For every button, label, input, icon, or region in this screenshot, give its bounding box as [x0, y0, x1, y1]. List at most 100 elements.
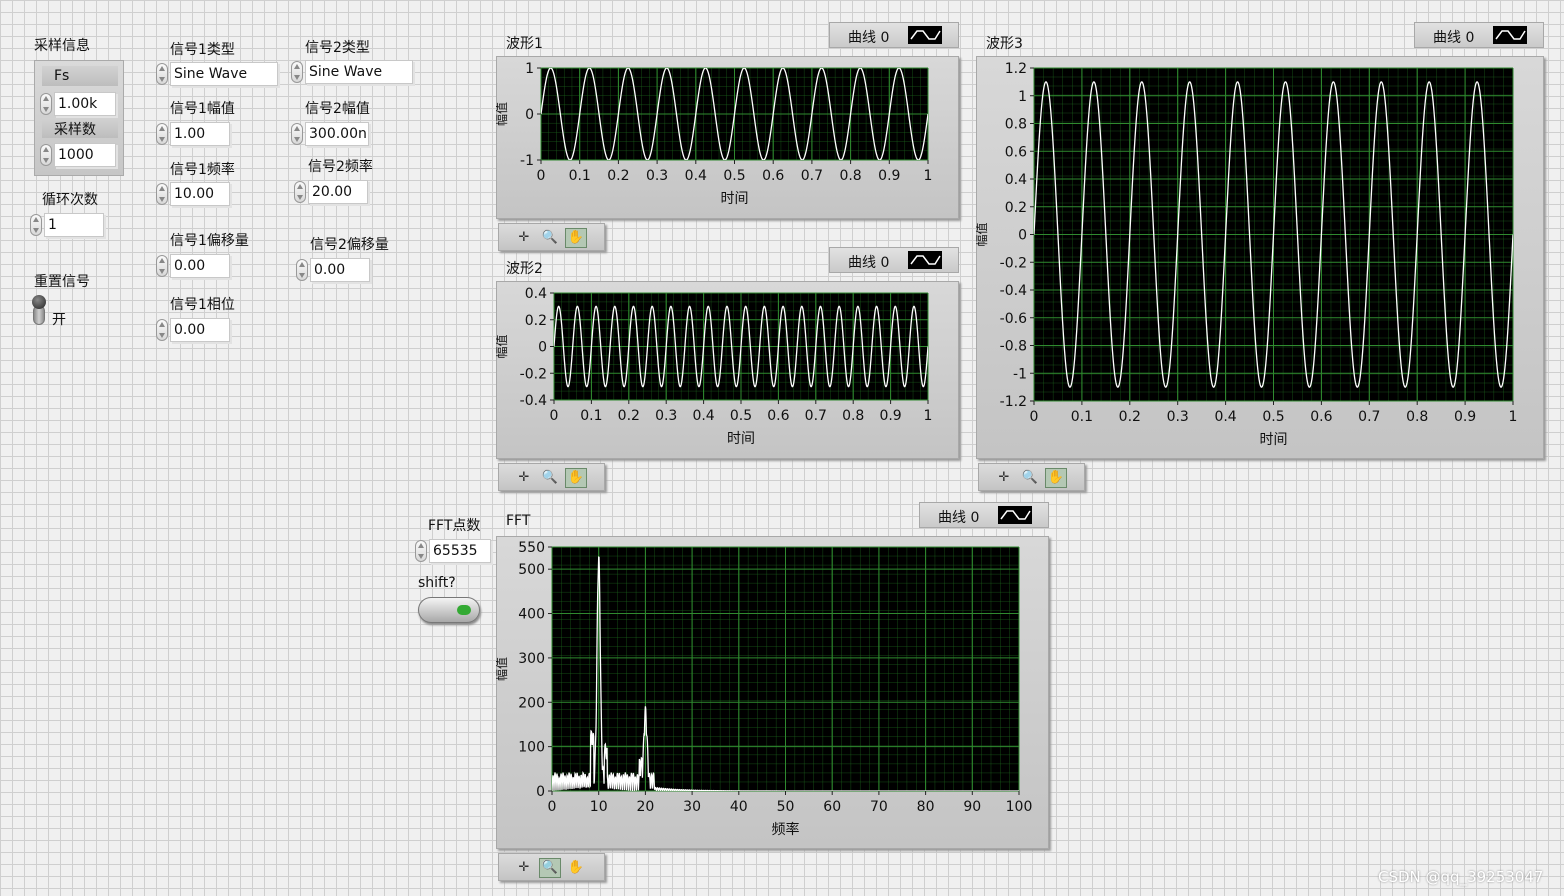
wave1-legend[interactable]: 曲线 0	[829, 22, 959, 48]
cursor-move-icon[interactable]: ✛	[513, 858, 535, 878]
sig1-amp-input[interactable]: 1.00	[170, 122, 230, 146]
samples-spinner-icon[interactable]	[40, 144, 52, 166]
fft-chart[interactable]: 0 10 20 30 40 50 60 70 80 90 100 550 500 400 300 200 100…	[496, 536, 1049, 849]
zoom-icon[interactable]: 🔍	[1019, 468, 1041, 488]
x-tick-label: 0.6	[1310, 409, 1332, 425]
sig2-freq-input[interactable]: 20.00	[308, 180, 368, 204]
x-tick-label: 0.8	[842, 408, 864, 424]
y-tick-label: 1	[525, 61, 534, 77]
y-axis-label: 幅值	[976, 222, 989, 246]
x-tick-label: 80	[917, 799, 935, 815]
fft-legend[interactable]: 曲线 0	[919, 502, 1049, 528]
sig1-type-select[interactable]: Sine Wave	[170, 62, 278, 86]
fs-spinner-icon[interactable]	[40, 93, 52, 115]
wave2-legend[interactable]: 曲线 0	[829, 247, 959, 273]
x-tick-label: 0	[1030, 409, 1039, 425]
loops-spinner-icon[interactable]	[30, 214, 42, 236]
zoom-icon[interactable]: 🔍	[539, 228, 561, 248]
fft-palette: ✛ 🔍 ✋	[498, 853, 605, 881]
x-tick-label: 0.5	[730, 408, 752, 424]
wave1-title: 波形1	[506, 36, 543, 52]
x-tick-label: 0.9	[879, 408, 901, 424]
reset-toggle-switch[interactable]	[32, 295, 46, 325]
sig2-amp-input[interactable]: 300.00n	[305, 122, 369, 146]
y-tick-label: 300	[518, 651, 545, 667]
cursor-move-icon[interactable]: ✛	[993, 468, 1015, 488]
sig1-phase-input[interactable]: 0.00	[170, 318, 230, 342]
sig2-type-select[interactable]: Sine Wave	[305, 60, 413, 84]
sig2-type-control: Sine Wave	[291, 60, 415, 84]
sig2-type-spinner-icon[interactable]	[291, 61, 303, 83]
pan-hand-icon[interactable]: ✋	[565, 858, 587, 878]
x-tick-label: 0.4	[685, 168, 707, 184]
x-tick-label: 30	[683, 799, 701, 815]
x-tick-label: 0.8	[839, 168, 861, 184]
shift-led-icon	[457, 605, 471, 615]
wave2-palette: ✛ 🔍 ✋	[498, 463, 605, 491]
fft-points-spinner-icon[interactable]	[415, 540, 427, 562]
fft-points-input[interactable]: 65535	[429, 539, 491, 563]
x-axis-label: 时间	[727, 431, 755, 447]
cursor-move-icon[interactable]: ✛	[513, 468, 535, 488]
sig1-offset-spinner-icon[interactable]	[156, 255, 168, 277]
y-tick-label: 1	[1018, 89, 1027, 105]
pan-hand-icon[interactable]: ✋	[565, 228, 587, 248]
pan-hand-icon[interactable]: ✋	[1045, 468, 1067, 488]
x-tick-label: 0.4	[692, 408, 714, 424]
sig1-offset-label: 信号1偏移量	[170, 233, 249, 249]
y-tick-label: 200	[518, 695, 545, 711]
sig1-type-spinner-icon[interactable]	[156, 63, 168, 85]
zoom-icon[interactable]: 🔍	[539, 468, 561, 488]
sig2-freq-spinner-icon[interactable]	[294, 181, 306, 203]
x-tick-label: 50	[777, 799, 795, 815]
sig1-offset-input[interactable]: 0.00	[170, 254, 230, 278]
wave1-chart[interactable]: 0 0.1 0.2 0.3 0.4 0.5 0.6 0.7 0.8 0.9 110-1时间幅值	[496, 56, 959, 219]
sig2-amp-spinner-icon[interactable]	[291, 123, 303, 145]
fft-points-control: 65535	[415, 539, 493, 563]
x-tick-label: 0.1	[569, 168, 591, 184]
x-tick-label: 0.5	[723, 168, 745, 184]
x-tick-label: 1	[924, 168, 933, 184]
sig1-amp-control: 1.00	[156, 122, 232, 146]
sig2-offset-input[interactable]: 0.00	[310, 258, 370, 282]
y-tick-label: 0.2	[525, 313, 547, 329]
y-tick-label: 0.6	[1005, 144, 1027, 160]
fft-points-label: FFT点数	[428, 518, 481, 534]
sig1-phase-spinner-icon[interactable]	[156, 319, 168, 341]
wave3-legend[interactable]: 曲线 0	[1414, 22, 1544, 48]
samples-input[interactable]: 1000	[54, 143, 116, 167]
loops-input[interactable]: 1	[44, 213, 104, 237]
x-tick-label: 0.8	[1406, 409, 1428, 425]
sig1-phase-label: 信号1相位	[170, 297, 235, 313]
cursor-move-icon[interactable]: ✛	[513, 228, 535, 248]
x-axis-label: 频率	[772, 821, 800, 838]
x-tick-label: 0.1	[1071, 409, 1093, 425]
sig1-type-label: 信号1类型	[170, 42, 235, 58]
y-tick-label: 0	[525, 107, 534, 123]
fs-input[interactable]: 1.00k	[54, 92, 116, 116]
shift-button[interactable]	[418, 597, 480, 623]
x-axis-label: 时间	[721, 191, 749, 207]
wave1-palette: ✛ 🔍 ✋	[498, 223, 605, 251]
sig2-offset-spinner-icon[interactable]	[296, 259, 308, 281]
sig1-freq-spinner-icon[interactable]	[156, 183, 168, 205]
zoom-icon[interactable]: 🔍	[539, 858, 561, 878]
wave3-title: 波形3	[986, 36, 1023, 52]
sig2-freq-control: 20.00	[294, 180, 370, 204]
sig1-freq-input[interactable]: 10.00	[170, 182, 230, 206]
x-axis-label: 时间	[1260, 432, 1288, 448]
y-tick-label: -0.8	[1000, 339, 1027, 355]
wave2-title: 波形2	[506, 261, 543, 277]
y-tick-label: 400	[518, 607, 545, 623]
sig1-amp-spinner-icon[interactable]	[156, 123, 168, 145]
wave3-chart[interactable]: 0 0.1 0.2 0.3 0.4 0.5 0.6 0.7 0.8 0.9 1 1.2 1 0.8 0.6 0…	[976, 56, 1544, 459]
x-tick-label: 0.7	[801, 168, 823, 184]
wave2-chart[interactable]: 0 0.1 0.2 0.3 0.4 0.5 0.6 0.7 0.8 0.9 1 0.4 0.2 0 -0.2…	[496, 281, 959, 459]
y-tick-label: 1.2	[1005, 61, 1027, 77]
x-tick-label: 0.7	[805, 408, 827, 424]
y-tick-label: -0.6	[1000, 311, 1027, 327]
x-tick-label: 0.2	[607, 168, 629, 184]
y-tick-label: 100	[518, 740, 545, 756]
y-tick-label: -0.4	[520, 393, 547, 409]
pan-hand-icon[interactable]: ✋	[565, 468, 587, 488]
